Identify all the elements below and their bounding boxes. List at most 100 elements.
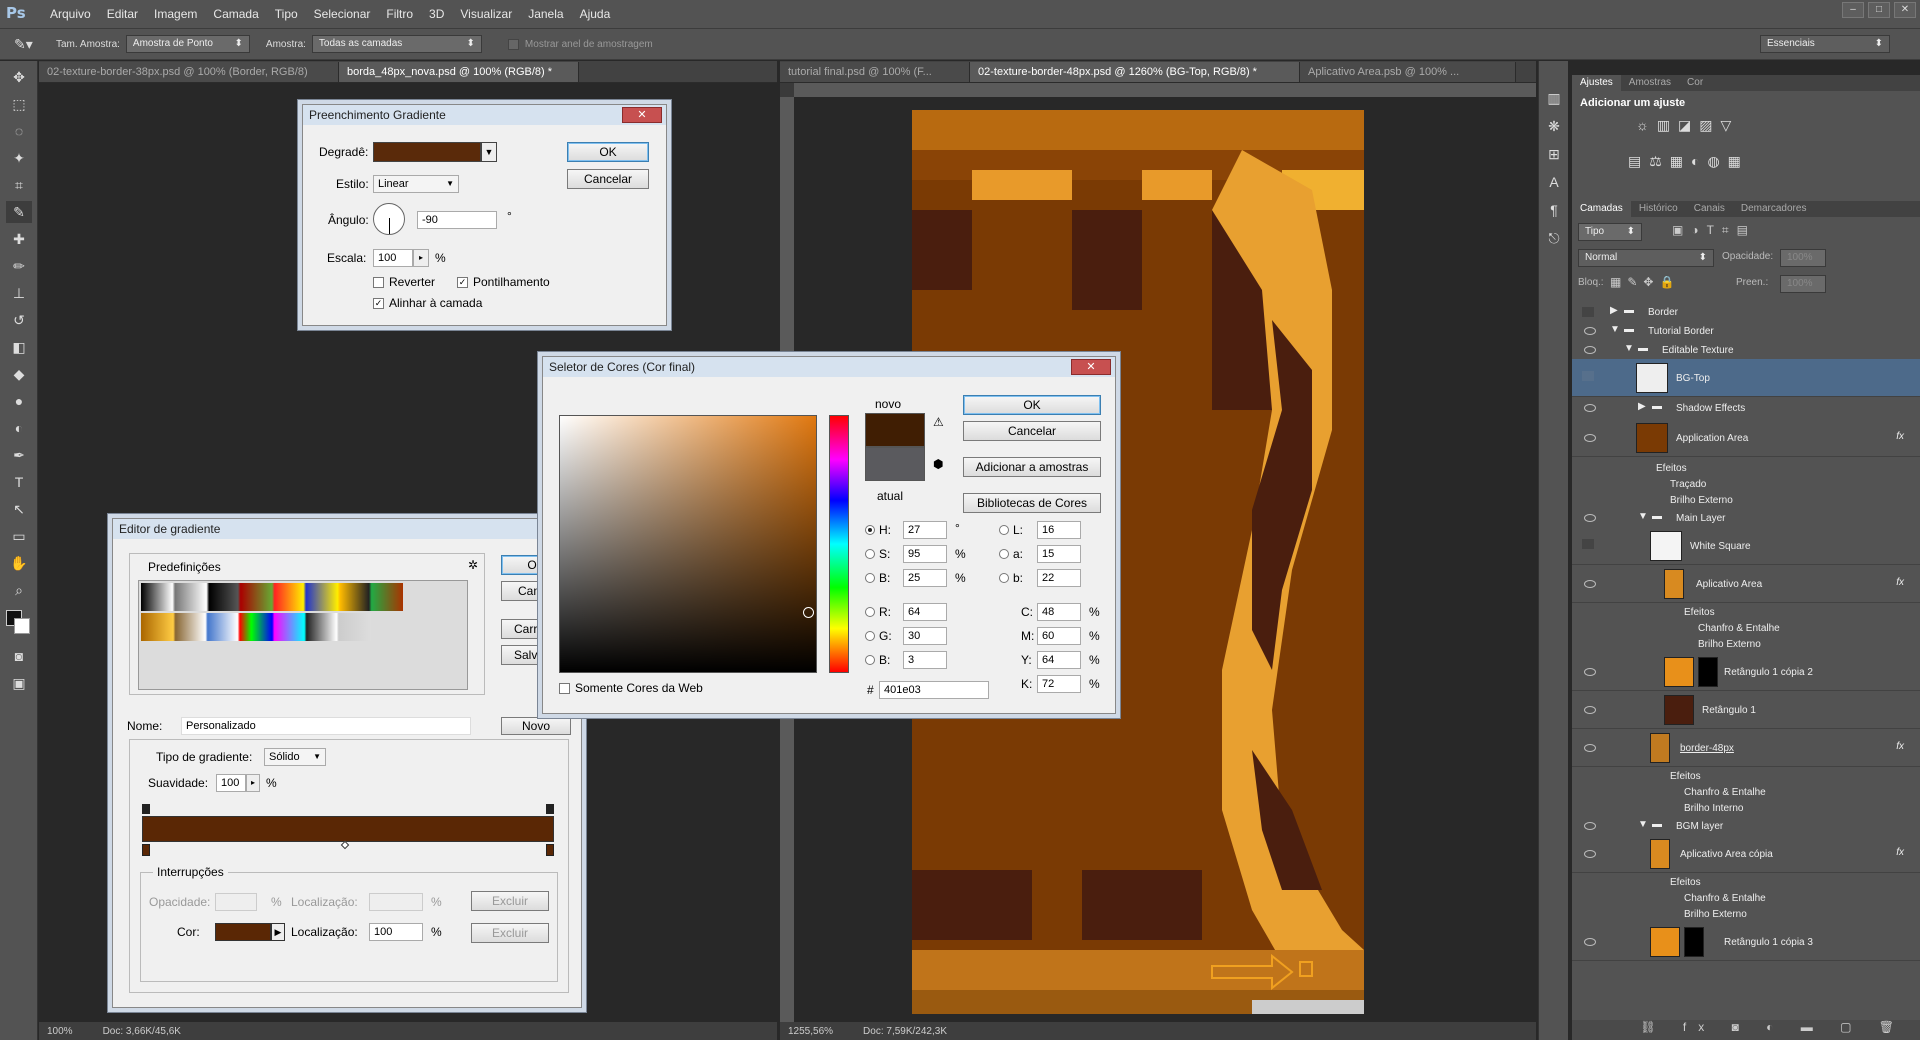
menu-ajuda[interactable]: Ajuda — [572, 7, 619, 21]
s-radio[interactable] — [865, 549, 875, 559]
layer-tutorial-border[interactable]: ▼ ▬ Tutorial Border — [1572, 322, 1920, 340]
path-select-icon[interactable]: ↖ — [6, 498, 32, 520]
opacity-stop-left[interactable] — [142, 804, 150, 814]
opacity-stop-right[interactable] — [546, 804, 554, 814]
r-radio[interactable] — [865, 607, 875, 617]
eyedropper-tool-icon[interactable]: ✎ — [6, 201, 32, 223]
color-field[interactable] — [559, 415, 817, 673]
tab-aplicativo-area[interactable]: Aplicativo Area.psb @ 100% ... — [1300, 62, 1516, 82]
tipo-select[interactable]: Sólido ▼ — [264, 748, 326, 766]
gradient-swatch[interactable] — [373, 142, 481, 162]
excluir-button-1[interactable]: Excluir — [471, 891, 549, 911]
eye-icon[interactable] — [1584, 822, 1596, 830]
effect-row[interactable]: Brilho Externo — [1572, 635, 1920, 653]
brush-tool-icon[interactable]: ✏ — [6, 255, 32, 277]
dodge-tool-icon[interactable]: ◐ — [6, 417, 32, 439]
eye-icon[interactable] — [1584, 937, 1596, 946]
color-libraries-button[interactable]: Bibliotecas de Cores — [963, 493, 1101, 513]
ok-button[interactable]: OK — [567, 142, 649, 162]
character-icon[interactable]: A — [1541, 171, 1567, 193]
screen-mode-icon[interactable]: ▣ — [6, 672, 32, 694]
background-color[interactable] — [14, 618, 30, 634]
fill-input[interactable]: 100% — [1780, 275, 1826, 293]
disclosure-down-icon[interactable]: ▼ — [1638, 819, 1648, 830]
eraser-tool-icon[interactable]: ◧ — [6, 336, 32, 358]
layer-border-48px[interactable]: border-48px fx — [1572, 729, 1920, 767]
clone-source-icon[interactable]: ⊞ — [1541, 143, 1567, 165]
layer-white-square[interactable]: White Square — [1572, 527, 1920, 565]
midpoint-diamond[interactable] — [340, 840, 350, 850]
brush-preset-icon[interactable]: ❋ — [1541, 115, 1567, 137]
tab-tutorial-final[interactable]: tutorial final.psd @ 100% (F... — [780, 62, 970, 82]
novo-button[interactable]: Novo — [501, 717, 571, 735]
g-input[interactable]: 30 — [903, 627, 947, 645]
g-radio[interactable] — [865, 631, 875, 641]
blab-input[interactable]: 22 — [1037, 569, 1081, 587]
layer-shadow-effects[interactable]: ▶ ▬ Shadow Effects — [1572, 399, 1920, 417]
tam-amostra-select[interactable]: Amostra de Ponto ⬍ — [125, 35, 250, 53]
tab-doc-48px[interactable]: 02-texture-border-48px.psd @ 1260% (BG-T… — [970, 62, 1300, 82]
tab-amostras[interactable]: Amostras — [1621, 75, 1679, 91]
mostrar-anel-checkbox[interactable] — [507, 38, 519, 50]
menu-arquivo[interactable]: Arquivo — [42, 7, 99, 21]
blab-radio[interactable] — [999, 573, 1009, 583]
tab-cor[interactable]: Cor — [1679, 75, 1711, 91]
cancel-button[interactable]: Cancelar — [567, 169, 649, 189]
alinhar-checkbox[interactable]: ✓ — [373, 298, 384, 309]
quick-mask-icon[interactable]: ◙ — [6, 645, 32, 667]
layer-retangulo-1[interactable]: Retângulo 1 — [1572, 691, 1920, 729]
hex-input[interactable]: 401e03 — [879, 681, 989, 699]
eye-icon[interactable] — [1584, 327, 1596, 335]
fx-icon[interactable]: fx — [1896, 431, 1904, 442]
bv-radio[interactable] — [865, 573, 875, 583]
add-to-swatches-button[interactable]: Adicionar a amostras — [963, 457, 1101, 477]
visibility-off-box[interactable] — [1582, 307, 1594, 317]
filter-icons[interactable]: ▣◑T⌗▤ — [1672, 223, 1756, 238]
layer-main-layer[interactable]: ▼ ▬ Main Layer — [1572, 509, 1920, 527]
r-input[interactable]: 64 — [903, 603, 947, 621]
eyedropper-icon[interactable]: ✎▾ — [14, 36, 50, 53]
web-only-checkbox[interactable] — [559, 683, 570, 694]
type-tool-icon[interactable]: T — [6, 471, 32, 493]
fx-icon[interactable]: fx — [1896, 847, 1904, 858]
blur-tool-icon[interactable]: ● — [6, 390, 32, 412]
tab-doc-38px[interactable]: 02-texture-border-38px.psd @ 100% (Borde… — [39, 62, 339, 82]
reverter-checkbox[interactable] — [373, 277, 384, 288]
menu-filtro[interactable]: Filtro — [378, 7, 421, 21]
gradient-bar[interactable] — [142, 816, 554, 842]
histogram-icon[interactable]: ▥ — [1541, 87, 1567, 109]
fx-icon[interactable]: fx — [1896, 577, 1904, 588]
opacity-input[interactable]: 100% — [1780, 249, 1826, 267]
lasso-tool-icon[interactable]: ◌ — [6, 120, 32, 142]
h-radio[interactable] — [865, 525, 875, 535]
hue-slider[interactable] — [829, 415, 849, 673]
color-stop-left[interactable] — [142, 844, 150, 856]
right-zoom[interactable]: 1255,56% — [788, 1026, 833, 1037]
eye-icon[interactable] — [1584, 346, 1596, 354]
disclosure-right-icon[interactable]: ▶ — [1610, 305, 1618, 316]
preset-row-1[interactable] — [141, 583, 403, 611]
hand-tool-icon[interactable]: ✋ — [6, 552, 32, 574]
effect-row[interactable]: Brilho Interno — [1572, 799, 1920, 817]
layer-application-area[interactable]: Application Area fx — [1572, 419, 1920, 457]
menu-tipo[interactable]: Tipo — [267, 7, 306, 21]
pontilhamento-checkbox[interactable]: ✓ — [457, 277, 468, 288]
history-brush-icon[interactable]: ↺ — [6, 309, 32, 331]
warning-icon[interactable]: ⚠ — [933, 415, 944, 429]
suavidade-stepper-icon[interactable]: ▸ — [246, 774, 260, 792]
escala-stepper-icon[interactable]: ▸ — [413, 249, 429, 267]
angulo-input[interactable]: -90 — [417, 211, 497, 229]
tab-historico[interactable]: Histórico — [1631, 201, 1686, 217]
disclosure-down-icon[interactable]: ▼ — [1624, 343, 1634, 354]
menu-selecionar[interactable]: Selecionar — [306, 7, 379, 21]
localizacao-input-2[interactable]: 100 — [369, 923, 423, 941]
tab-ajustes[interactable]: Ajustes — [1572, 75, 1621, 91]
crop-tool-icon[interactable]: ⌗ — [6, 174, 32, 196]
tool-preset-icon[interactable]: ⎋ — [1541, 227, 1567, 249]
k-input[interactable]: 72 — [1037, 675, 1081, 693]
layer-aplicativo-area-copia[interactable]: Aplicativo Area cópia fx — [1572, 835, 1920, 873]
marquee-tool-icon[interactable]: ⬚ — [6, 93, 32, 115]
bv-input[interactable]: 25 — [903, 569, 947, 587]
maximize-icon[interactable]: □ — [1868, 2, 1890, 18]
eye-icon[interactable] — [1584, 705, 1596, 714]
